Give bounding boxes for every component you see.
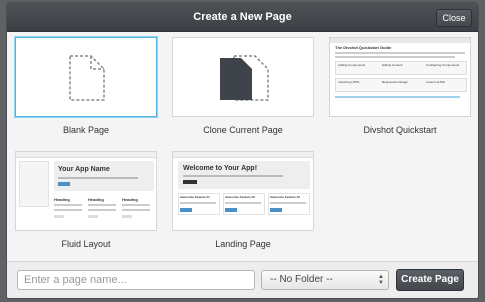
select-arrows-icon: ▲ ▼ [378,274,384,286]
preview-section: Custom HTML [426,80,446,84]
folder-select-value: -- No Folder -- [270,274,333,285]
template-thumbnail [172,37,314,117]
template-label: Clone Current Page [203,125,283,135]
template-blank-page[interactable]: Blank Page [15,37,157,135]
close-button[interactable]: Close [436,9,472,27]
preview-landing-heading: Welcome to Your App! [183,165,258,172]
template-label: Blank Page [62,125,110,135]
dialog-titlebar: Create a New Page Close [7,3,478,32]
create-page-button[interactable]: Create Page [396,269,464,291]
preview-column-heading: Heading [54,197,70,202]
create-page-dialog: Create a New Page Close Blank Page Clone… [6,2,479,299]
template-label: Divshot Quickstart [363,125,437,135]
template-thumbnail: Welcome to Your App! Awesome Feature #1 … [172,151,314,231]
template-thumbnail: Your App Name Heading Heading Heading [15,151,157,231]
preview-section: Configuring Components [426,63,460,67]
dialog-footer: -- No Folder -- ▲▼ Create Page [7,261,478,298]
preview-column-heading: Heading [88,197,104,202]
preview-app-name: Your App Name [58,166,110,173]
preview-feature: Awesome Feature #3 [270,195,300,199]
template-label: Landing Page [215,239,271,249]
template-grid: Blank Page Clone Current Page The Divsho… [15,37,472,259]
preview-heading: The Divshot Quickstart Guide [335,45,392,50]
template-label: Fluid Layout [61,239,111,249]
preview-section: Adding Components [338,63,366,67]
template-thumbnail [15,37,157,117]
preview-section: Importing HTML [338,80,360,84]
template-fluid-layout[interactable]: Your App Name Heading Heading Heading Fl… [15,151,157,249]
clone-document-icon [220,55,269,101]
template-clone-current-page[interactable]: Clone Current Page [172,37,314,135]
preview-feature: Awesome Feature #1 [180,195,210,199]
template-landing-page[interactable]: Welcome to Your App! Awesome Feature #1 … [172,151,314,249]
template-divshot-quickstart[interactable]: The Divshot Quickstart Guide Adding Comp… [329,37,471,135]
page-name-input[interactable] [17,270,255,290]
dialog-title: Create a New Page [193,11,292,23]
preview-column-heading: Heading [122,197,138,202]
blank-document-icon [69,55,105,101]
folder-select[interactable]: -- No Folder -- ▲ ▼ [261,270,389,290]
template-thumbnail: The Divshot Quickstart Guide Adding Comp… [329,37,471,117]
preview-section: Responsive Design [382,80,408,84]
preview-feature: Awesome Feature #2 [225,195,255,199]
preview-section: Editing Content [382,63,403,67]
